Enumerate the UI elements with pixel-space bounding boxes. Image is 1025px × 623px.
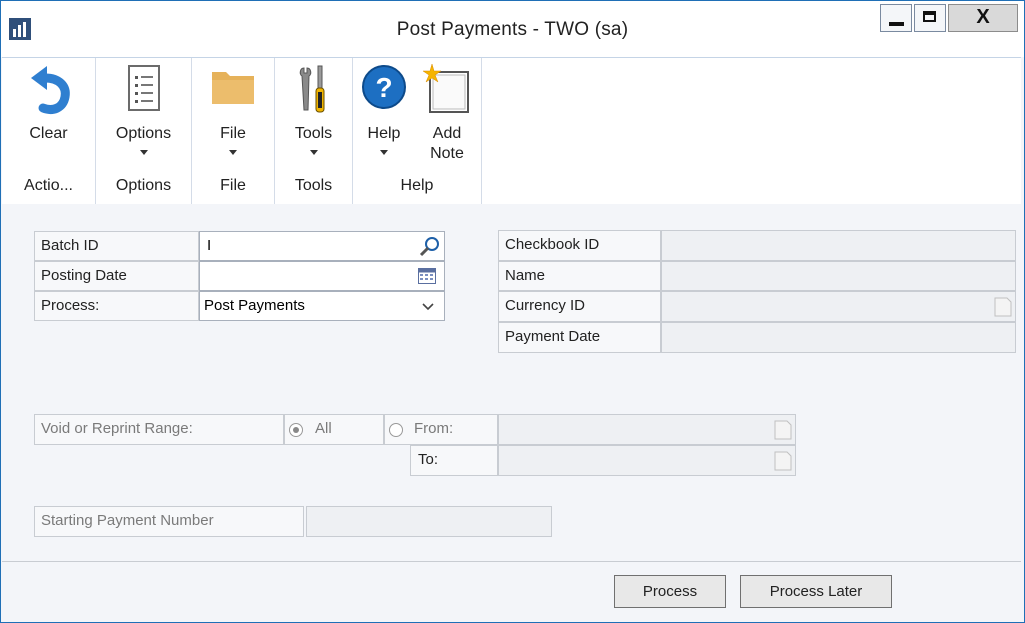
close-button[interactable]: X [948,4,1018,32]
void-range-label-cell: Void or Reprint Range: [34,414,284,445]
process-label-cell: Process: [34,291,199,321]
process-later-button[interactable]: Process Later [740,575,892,608]
range-from-expand-icon [774,420,792,440]
add-note-label: Add Note [430,125,464,162]
ribbon-group-actions: Clear Actio... [2,58,96,204]
checkbook-id-label: Checkbook ID [505,236,600,253]
starting-payment-field [306,506,552,537]
lookup-magnifier-icon[interactable] [419,235,441,257]
radio-all-label: All [315,420,332,437]
posting-date-input[interactable] [199,261,445,291]
batch-id-value: I [207,237,212,254]
help-button[interactable]: ? Help [353,58,415,178]
process-select[interactable]: Post Payments [199,291,445,321]
file-button[interactable]: File [192,58,274,178]
add-note-icon [422,64,469,113]
radio-from-cell: From: [384,414,498,445]
starting-payment-label: Starting Payment Number [41,512,214,529]
name-field [661,261,1016,291]
name-label: Name [505,267,546,284]
group-caption-actions: Actio... [24,177,73,194]
options-list-icon [127,65,160,111]
ribbon-group-options: Options Options [96,58,192,204]
group-caption-options: Options [115,177,172,194]
currency-id-label: Currency ID [505,297,586,314]
ribbon-group-tools: Tools Tools [275,58,353,204]
bottom-button-bar: Process Process Later [2,561,1021,620]
currency-id-field [661,291,1016,322]
svg-text:?: ? [375,72,392,103]
batch-id-label-cell: Batch ID [34,231,199,261]
group-caption-help: Help [400,177,434,194]
file-label: File [220,125,246,142]
process-label: Process: [41,297,100,314]
process-button[interactable]: Process [614,575,726,608]
post-payments-window: Post Payments - TWO (sa) X Clear Actio..… [0,0,1025,623]
options-label: Options [115,125,172,142]
name-label-cell: Name [498,261,661,291]
tools-button[interactable]: Tools [275,58,352,178]
clear-label: Clear [29,125,68,142]
tools-label: Tools [294,125,333,142]
to-label: To: [418,451,439,468]
checkbook-id-label-cell: Checkbook ID [498,230,661,261]
process-button-label: Process [642,583,698,600]
ribbon-group-file: File File [192,58,275,204]
minimize-button[interactable] [880,4,912,32]
group-caption-tools: Tools [294,177,333,194]
payment-date-label-cell: Payment Date [498,322,661,353]
minimize-icon [889,22,904,26]
ribbon-group-help: ? Help Add Note Help [353,58,482,204]
currency-expand-icon [994,297,1012,317]
range-to-field [498,445,796,476]
batch-id-label: Batch ID [41,237,99,254]
checkbook-id-field [661,230,1016,261]
undo-icon [30,66,70,114]
folder-icon [212,72,254,104]
process-selected-value: Post Payments [204,297,305,314]
chevron-down-icon[interactable] [422,303,434,311]
title-bar: Post Payments - TWO (sa) X [1,1,1024,57]
payment-date-label: Payment Date [505,328,601,345]
ribbon-toolbar: Clear Actio... Options Options File File… [2,57,1021,205]
radio-all-cell: All [284,414,384,445]
radio-from-label: From: [414,420,454,437]
help-icon: ? [362,65,406,109]
file-dropdown-arrow-icon [229,150,237,155]
posting-date-label-cell: Posting Date [34,261,199,291]
group-caption-file: File [220,177,246,194]
clear-button[interactable]: Clear [2,58,95,178]
help-dropdown-arrow-icon [380,150,388,155]
close-icon: X [976,6,990,28]
radio-from-button[interactable] [388,422,404,438]
batch-id-input[interactable]: I [199,231,445,261]
radio-all-button[interactable] [288,422,304,438]
process-later-button-label: Process Later [769,583,863,600]
form-area: Batch ID I Posting Date Process: Post Pa… [2,204,1021,561]
add-note-button[interactable]: Add Note [415,58,479,178]
options-dropdown-arrow-icon [139,150,148,155]
options-button[interactable]: Options [96,58,191,178]
range-from-field [498,414,796,445]
tools-icon [299,65,324,113]
payment-date-field [661,322,1016,353]
calendar-icon[interactable] [418,268,436,284]
maximize-icon [923,11,936,22]
currency-id-label-cell: Currency ID [498,291,661,322]
help-label: Help [367,125,401,142]
tools-dropdown-arrow-icon [309,150,318,155]
to-label-cell: To: [410,445,498,476]
posting-date-label: Posting Date [41,267,127,284]
window-title: Post Payments - TWO (sa) [396,19,629,40]
range-to-expand-icon [774,451,792,471]
void-range-label: Void or Reprint Range: [41,420,193,437]
starting-payment-label-cell: Starting Payment Number [34,506,304,537]
maximize-button[interactable] [914,4,946,32]
